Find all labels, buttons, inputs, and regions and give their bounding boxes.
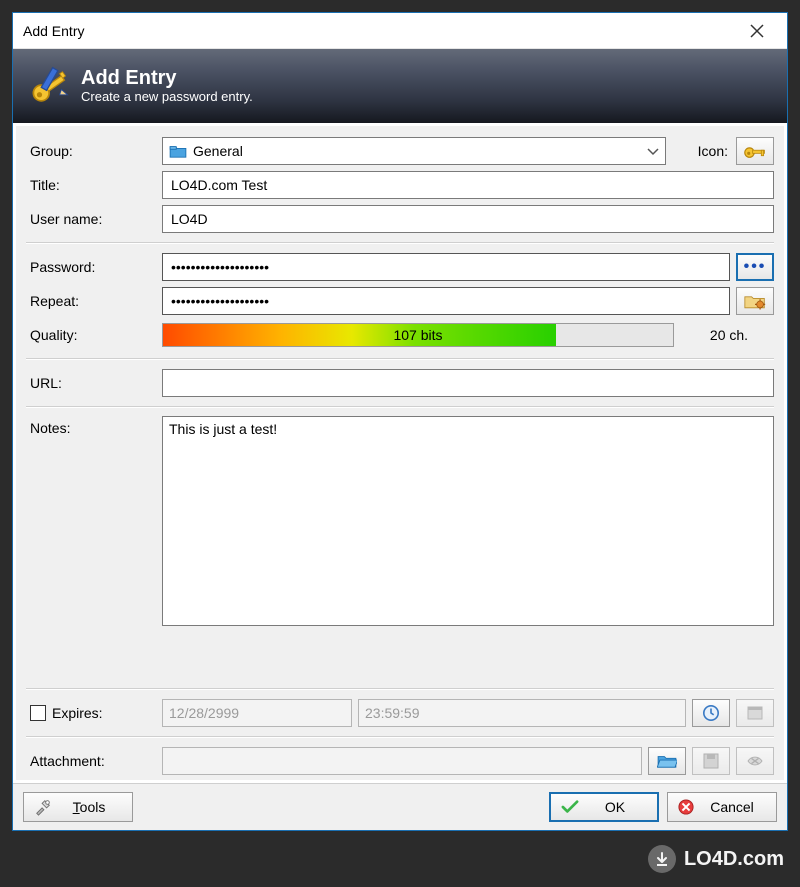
separator-2 xyxy=(26,354,774,364)
row-repeat: Repeat: xyxy=(26,286,774,316)
row-title: Title: xyxy=(26,170,774,200)
row-group: Group: General Icon: xyxy=(26,136,774,166)
dots-icon: ••• xyxy=(744,259,767,275)
window-title: Add Entry xyxy=(23,23,737,39)
row-username: User name: xyxy=(26,204,774,234)
row-attachment: Attachment: xyxy=(26,746,774,776)
repeat-field[interactable] xyxy=(162,287,730,315)
close-button[interactable] xyxy=(737,17,777,45)
password-input[interactable] xyxy=(169,258,723,276)
toggle-password-visibility-button[interactable]: ••• xyxy=(736,253,774,281)
notes-field[interactable] xyxy=(162,416,774,626)
folder-icon xyxy=(169,144,187,158)
titlebar: Add Entry xyxy=(13,13,787,49)
label-expires: Expires: xyxy=(52,705,103,721)
row-quality: Quality: 107 bits 20 ch. xyxy=(26,320,774,350)
label-expires-wrap: Expires: xyxy=(26,705,156,721)
label-username: User name: xyxy=(26,211,156,227)
remove-icon xyxy=(746,754,764,768)
key-icon xyxy=(744,143,766,159)
calendar-icon xyxy=(747,705,763,721)
disk-icon xyxy=(703,753,719,769)
cancel-label: Cancel xyxy=(702,799,762,815)
tools-icon xyxy=(34,798,52,816)
watermark-text: LO4D.com xyxy=(684,848,784,871)
expires-clock-button[interactable] xyxy=(692,699,730,727)
label-attachment: Attachment: xyxy=(26,753,156,769)
row-password: Password: ••• xyxy=(26,252,774,282)
open-folder-icon xyxy=(657,753,677,769)
key-gear-icon xyxy=(744,292,766,310)
attachment-disk-button xyxy=(692,747,730,775)
label-icon: Icon: xyxy=(672,143,730,159)
label-url: URL: xyxy=(26,375,156,391)
icon-picker-button[interactable] xyxy=(736,137,774,165)
label-quality: Quality: xyxy=(26,327,156,343)
clock-icon xyxy=(702,704,720,722)
group-combobox[interactable]: General xyxy=(162,137,666,165)
ok-label: OK xyxy=(587,799,643,815)
expires-checkbox[interactable] xyxy=(30,705,46,721)
attachment-remove-button xyxy=(736,747,774,775)
header-subtitle: Create a new password entry. xyxy=(81,89,253,106)
label-repeat: Repeat: xyxy=(26,293,156,309)
title-field[interactable] xyxy=(162,171,774,199)
watermark-arrow-icon xyxy=(648,845,676,873)
url-input[interactable] xyxy=(169,374,767,392)
label-title: Title: xyxy=(26,177,156,193)
expires-time-value: 23:59:59 xyxy=(365,705,420,721)
quality-bits: 107 bits xyxy=(163,324,673,346)
label-password: Password: xyxy=(26,259,156,275)
quality-chars: 20 ch. xyxy=(684,327,774,343)
separator-4 xyxy=(26,684,774,694)
row-url: URL: xyxy=(26,368,774,398)
cancel-icon xyxy=(678,799,694,815)
attachment-browse-button[interactable] xyxy=(648,747,686,775)
separator-5 xyxy=(26,732,774,742)
title-input[interactable] xyxy=(169,176,767,194)
attachment-field[interactable] xyxy=(162,747,642,775)
chevron-down-icon xyxy=(645,143,661,159)
label-group: Group: xyxy=(26,143,156,159)
cancel-button[interactable]: Cancel xyxy=(667,792,777,822)
tools-button[interactable]: Tools xyxy=(23,792,133,822)
row-expires: Expires: 12/28/2999 23:59:59 xyxy=(26,698,774,728)
separator-3 xyxy=(26,402,774,412)
expires-date-field[interactable]: 12/28/2999 xyxy=(162,699,352,727)
ok-button[interactable]: OK xyxy=(549,792,659,822)
close-icon xyxy=(750,24,764,38)
expires-date-value: 12/28/2999 xyxy=(169,705,239,721)
label-notes: Notes: xyxy=(26,416,156,436)
url-field[interactable] xyxy=(162,369,774,397)
expires-extra-button xyxy=(736,699,774,727)
username-input[interactable] xyxy=(169,210,767,228)
separator-1 xyxy=(26,238,774,248)
repeat-input[interactable] xyxy=(169,292,723,310)
dialog-frame: Add Entry Add Entry Create a new passwor… xyxy=(12,12,788,831)
header-band: Add Entry Create a new password entry. xyxy=(13,49,787,123)
check-icon xyxy=(561,799,579,815)
watermark: LO4D.com xyxy=(648,845,784,873)
tools-label: Tools xyxy=(60,799,118,815)
key-pencil-icon xyxy=(29,65,71,107)
row-notes: Notes: xyxy=(26,416,774,680)
group-value: General xyxy=(193,143,243,159)
expires-time-field[interactable]: 23:59:59 xyxy=(358,699,686,727)
password-field[interactable] xyxy=(162,253,730,281)
quality-bar: 107 bits xyxy=(162,323,674,347)
form-body: Group: General Icon: Title: User name: xyxy=(15,125,785,781)
dialog-footer: Tools OK Cancel xyxy=(13,783,787,830)
username-field[interactable] xyxy=(162,205,774,233)
generate-password-button[interactable] xyxy=(736,287,774,315)
header-title: Add Entry xyxy=(81,67,253,89)
